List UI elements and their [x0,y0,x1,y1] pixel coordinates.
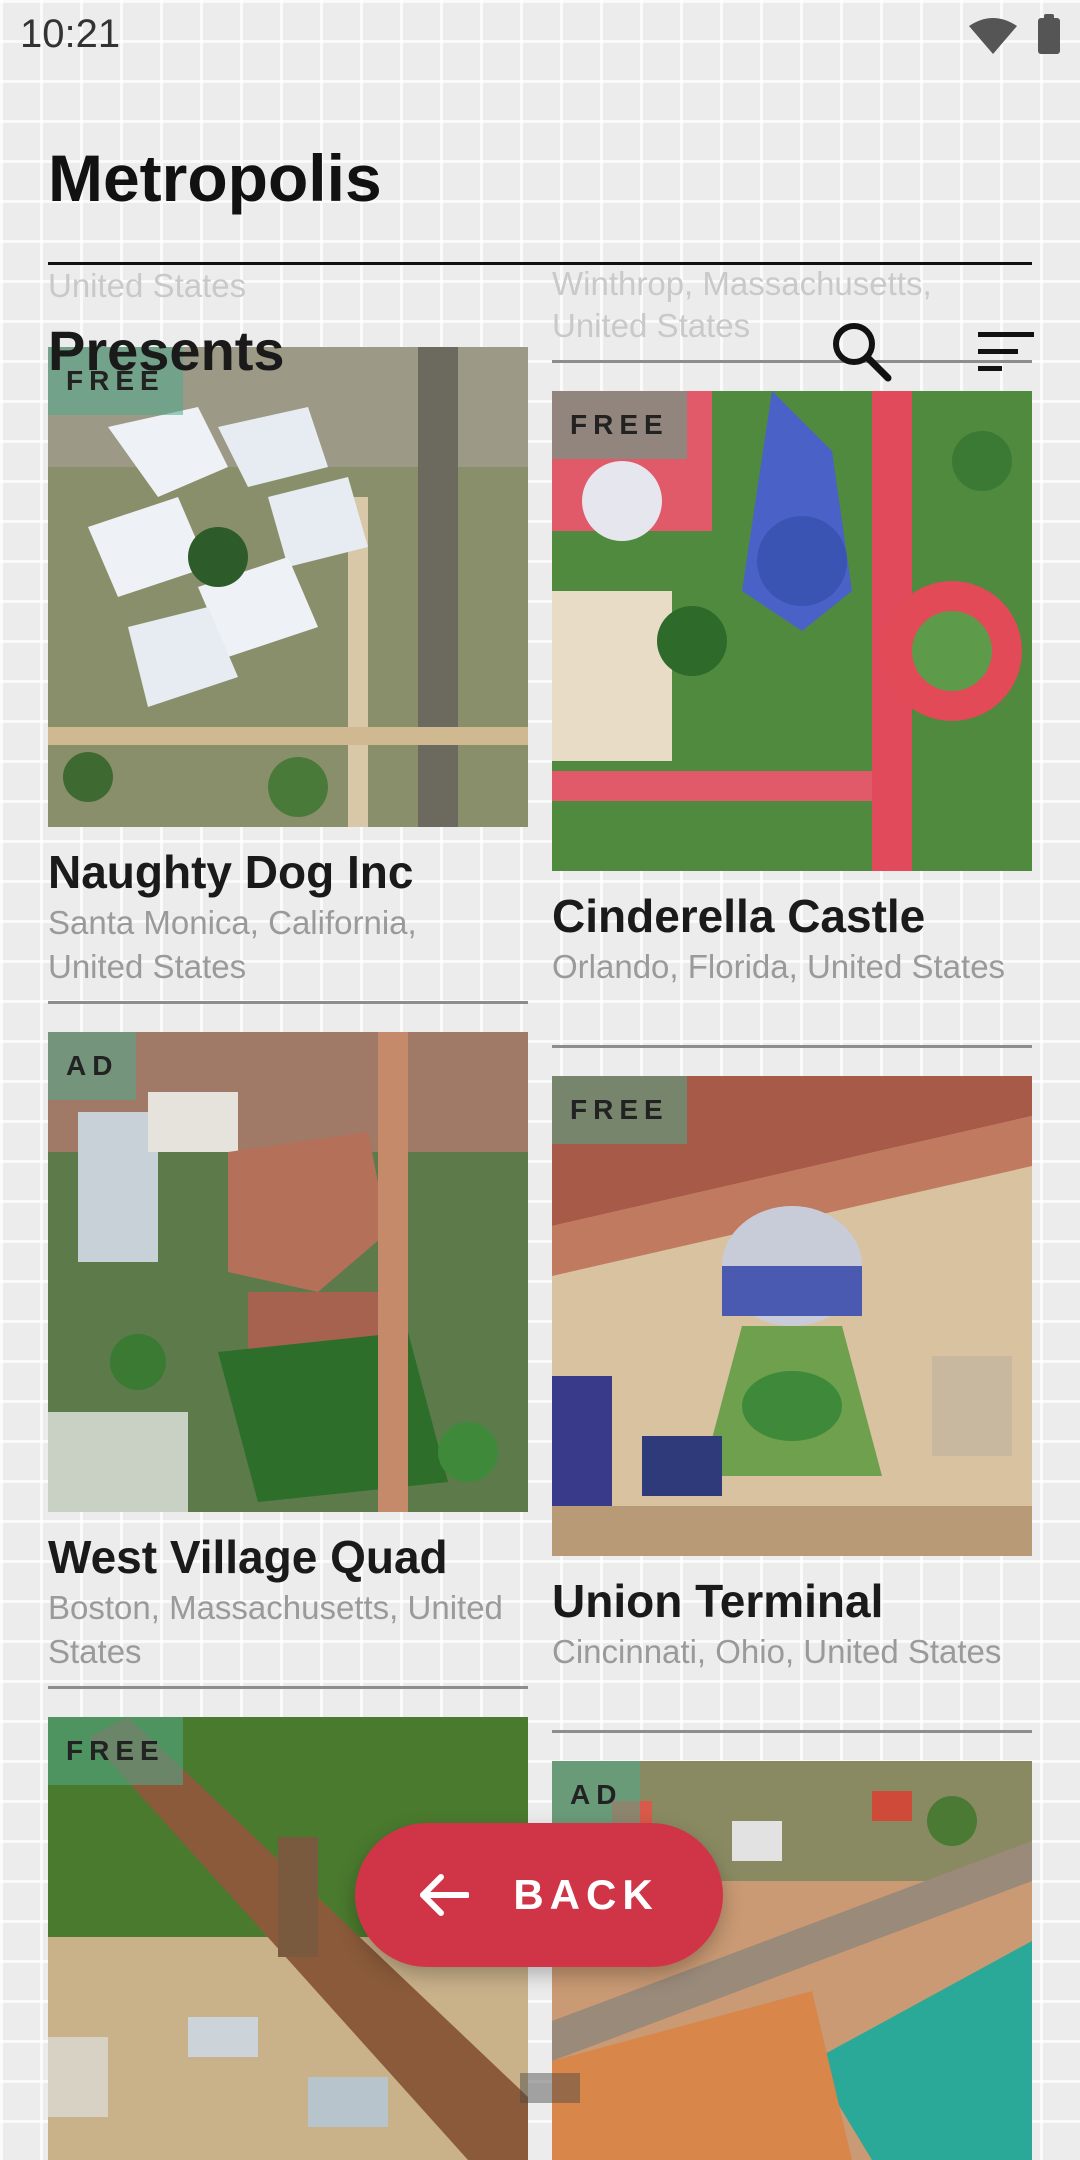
ghost-location-right-1: Winthrop, Massachusetts, [552,265,932,302]
sort-icon[interactable] [978,330,1034,374]
ghost-location-left: United States [48,267,247,304]
arrow-left-icon [420,1874,470,1916]
card-badge: FREE [48,1717,183,1785]
card-image[interactable]: FREE [552,391,1032,871]
place-card[interactable]: AD West Village Quad Boston, Massachuset… [48,1032,528,1689]
card-image[interactable]: FREE [552,1076,1032,1556]
card-badge: AD [48,1032,137,1100]
card-badge: FREE [552,1076,687,1144]
card-title: Naughty Dog Inc [48,846,414,898]
card-location: Cincinnati, Ohio, United States [552,1633,1002,1670]
card-location: Orlando, Florida, United States [552,948,1006,985]
app-title: Metropolis [48,141,382,215]
card-divider [48,1001,528,1004]
back-label: BACK [513,1871,659,1918]
card-divider [48,1686,528,1689]
card-title: Union Terminal [552,1575,884,1627]
card-divider [552,1730,1032,1733]
status-bar: 10:21 [0,0,1080,72]
card-title: West Village Quad [48,1531,448,1583]
card-location: Boston, Massachusetts, United States [48,1589,503,1670]
card-badge: AD [552,1761,641,1829]
status-time: 10:21 [20,12,121,56]
page-subtitle: Presents [48,319,285,382]
place-card[interactable]: FREE Union Terminal Cincinnati, Ohio, Un… [552,1076,1032,1733]
card-title: Cinderella Castle [552,890,926,942]
card-divider [552,1045,1032,1048]
card-image[interactable]: AD [48,1032,528,1512]
wifi-icon [969,18,1017,54]
ghost-divider-right [552,360,1032,363]
place-card[interactable]: FREE Naughty Dog Inc Santa Monica, Calif… [48,347,528,1004]
scroll-indicator [520,2073,580,2103]
card-badge: FREE [552,391,687,459]
card-image[interactable]: FREE [48,347,528,827]
back-button[interactable]: BACK [355,1823,723,1967]
battery-icon [1038,14,1060,54]
place-card[interactable]: FREE Cinderella Castle Orlando, Florida,… [552,391,1032,1048]
search-icon[interactable] [830,320,892,382]
ghost-location-right-2: United States [552,307,751,344]
card-location: Santa Monica, California, United States [48,904,417,985]
